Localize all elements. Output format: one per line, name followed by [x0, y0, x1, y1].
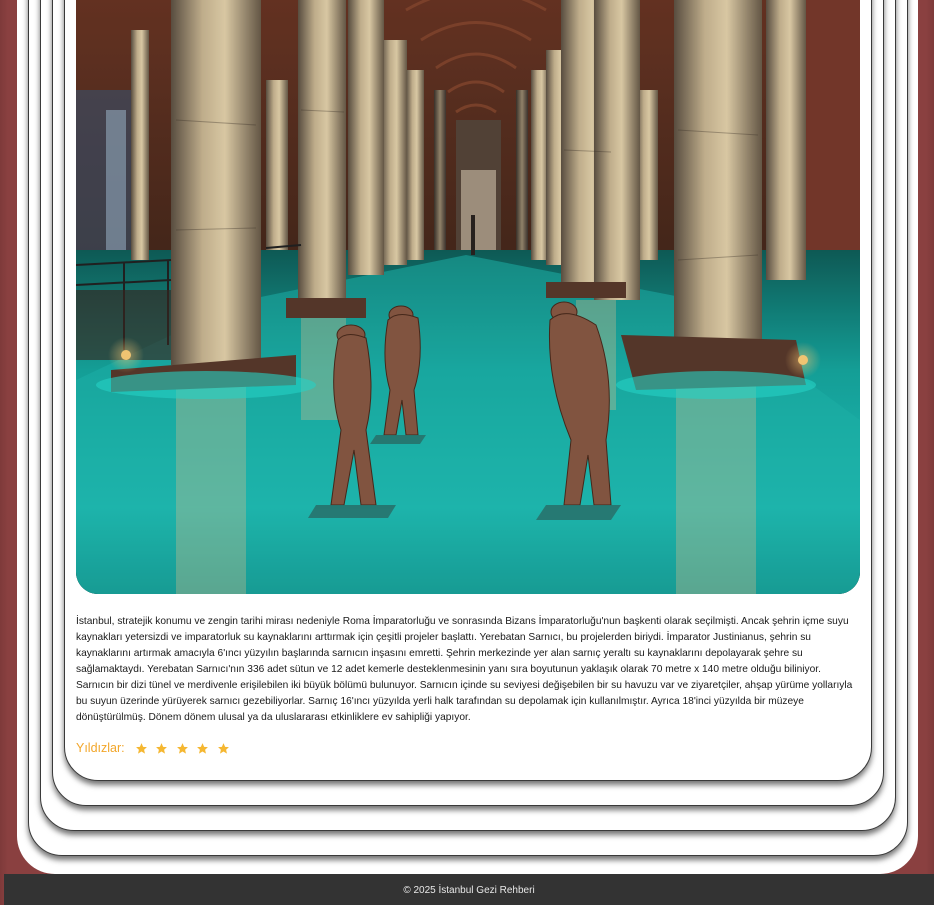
footer: © 2025 İstanbul Gezi Rehberi [4, 874, 934, 905]
cistern-photo [76, 0, 860, 594]
star-icon [176, 742, 188, 754]
page: İstanbul, stratejik konumu ve zengin tar… [0, 0, 934, 905]
star-icon [197, 742, 209, 754]
description-text: İstanbul, stratejik konumu ve zengin tar… [76, 616, 853, 723]
star-icon [135, 742, 147, 754]
rating-label: Yıldızlar: [76, 741, 125, 755]
star-icon [156, 742, 168, 754]
rating: Yıldızlar: [76, 739, 233, 757]
place-card: İstanbul, stratejik konumu ve zengin tar… [64, 0, 870, 780]
footer-copyright: © 2025 İstanbul Gezi Rehberi [403, 885, 535, 896]
star-icon [217, 742, 229, 754]
